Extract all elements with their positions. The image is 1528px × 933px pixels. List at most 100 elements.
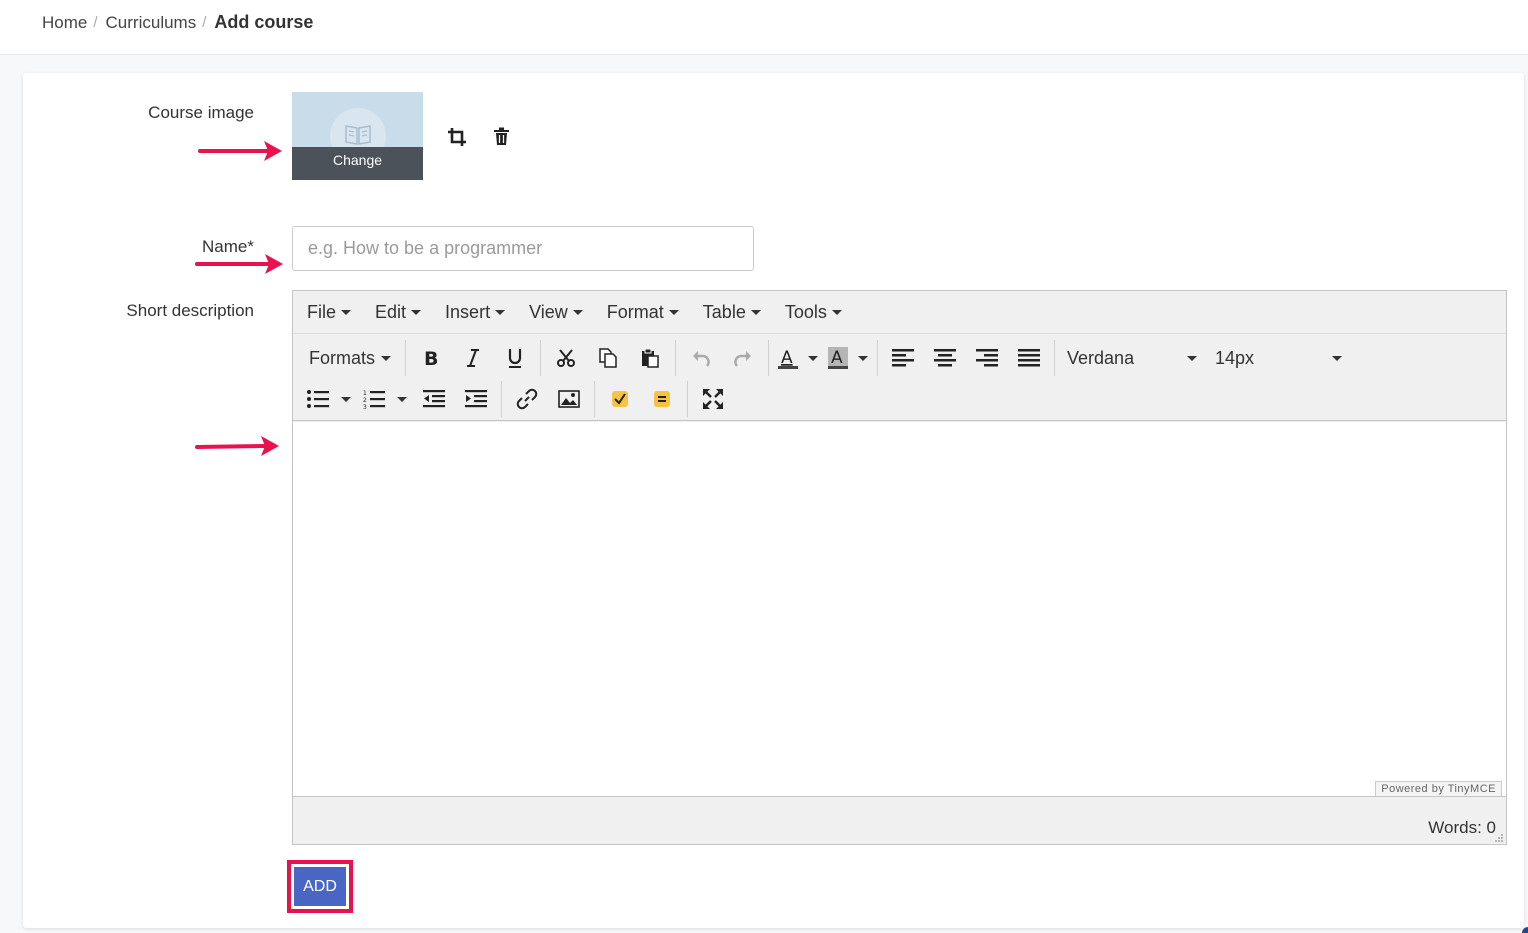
align-justify-button[interactable] — [1008, 341, 1050, 375]
scissors-icon — [557, 349, 576, 367]
resize-handle-icon[interactable] — [1494, 833, 1504, 843]
chevron-down-icon — [341, 396, 351, 402]
book-icon — [345, 125, 371, 145]
breadcrumb-curriculums[interactable]: Curriculums — [106, 13, 197, 33]
toolbar-row: Formats B A A Verdana 14px — [301, 338, 1352, 378]
chevron-down-icon — [397, 396, 407, 402]
background-color-dropdown[interactable] — [853, 341, 873, 375]
text-color-button[interactable]: A — [773, 341, 803, 375]
bullet-list-button[interactable] — [301, 382, 335, 416]
short-description-label: Short description — [126, 301, 254, 320]
italic-icon — [467, 349, 480, 367]
paste-button[interactable] — [629, 341, 671, 375]
menu-tools-label: Tools — [784, 301, 827, 322]
text-color-icon: A — [778, 348, 799, 369]
editor-content-area[interactable]: Powered by TinyMCE — [293, 422, 1506, 797]
background-color-icon: A — [828, 347, 849, 369]
undo-icon — [693, 351, 710, 367]
formats-dropdown[interactable]: Formats — [301, 341, 401, 375]
menu-edit[interactable]: Edit — [375, 302, 422, 323]
arrow-icon — [198, 141, 282, 161]
svg-text:B: B — [424, 348, 438, 368]
font-family-select[interactable]: Verdana — [1059, 341, 1207, 375]
template-icon — [654, 391, 670, 407]
crop-icon[interactable] — [447, 127, 467, 147]
align-left-button[interactable] — [882, 341, 924, 375]
svg-text:A: A — [831, 348, 843, 368]
menu-format[interactable]: Format — [607, 302, 679, 323]
numbered-list-button[interactable]: 123 — [357, 382, 391, 416]
svg-text:1: 1 — [363, 390, 367, 397]
template-button[interactable] — [641, 382, 683, 416]
breadcrumb-home[interactable]: Home — [42, 13, 87, 33]
menu-insert-label: Insert — [445, 301, 491, 322]
toolbar-divider — [594, 381, 595, 417]
trash-icon[interactable] — [493, 127, 510, 146]
menu-table[interactable]: Table — [703, 302, 761, 323]
background-color-button[interactable]: A — [823, 341, 853, 375]
bullet-list-icon — [307, 390, 329, 408]
numbered-list-icon: 123 — [363, 390, 385, 409]
toolbar-divider — [675, 340, 677, 376]
breadcrumb-separator: / — [202, 14, 207, 31]
insert-image-button[interactable] — [548, 382, 590, 416]
align-left-icon — [892, 349, 915, 367]
chevron-down-icon — [572, 309, 583, 315]
chevron-down-icon — [808, 355, 819, 361]
text-color-dropdown[interactable] — [803, 341, 823, 375]
menu-file[interactable]: File — [307, 302, 352, 323]
menu-view[interactable]: View — [529, 302, 583, 323]
indent-icon — [465, 390, 487, 408]
font-family-value: Verdana — [1067, 347, 1135, 368]
rich-text-editor: File Edit Insert View Format Table Tools… — [292, 290, 1507, 845]
menu-view-label: View — [529, 301, 568, 322]
italic-button[interactable] — [452, 341, 494, 375]
chevron-down-icon — [750, 309, 761, 315]
toolbar-divider — [1054, 340, 1056, 376]
underline-button[interactable] — [494, 341, 536, 375]
font-size-select[interactable]: 14px — [1207, 341, 1352, 375]
insert-link-button[interactable] — [506, 382, 548, 416]
checkmark-icon — [612, 391, 628, 407]
align-center-icon — [934, 349, 957, 367]
menu-tools[interactable]: Tools — [785, 302, 842, 323]
align-center-button[interactable] — [924, 341, 966, 375]
align-right-button[interactable] — [966, 341, 1008, 375]
bold-button[interactable]: B — [410, 341, 452, 375]
cut-button[interactable] — [545, 341, 587, 375]
svg-text:3: 3 — [363, 404, 367, 409]
outdent-icon — [423, 390, 445, 408]
bold-icon: B — [424, 348, 438, 368]
bullet-list-dropdown[interactable] — [335, 382, 357, 416]
toolbar-divider — [768, 340, 770, 376]
add-button[interactable]: ADD — [294, 867, 346, 906]
chevron-down-icon — [858, 355, 869, 361]
toolbar-row: 123 — [301, 379, 734, 419]
menu-insert[interactable]: Insert — [445, 301, 506, 323]
fullscreen-button[interactable] — [692, 382, 734, 416]
chevron-down-icon — [341, 309, 352, 315]
underline-icon — [508, 349, 522, 368]
formats-label: Formats — [309, 347, 376, 368]
indent-button[interactable] — [455, 382, 497, 416]
powered-by-tinymce[interactable]: Powered by TinyMCE — [1375, 781, 1502, 796]
svg-text:A: A — [781, 348, 793, 368]
editor-statusbar: Words: 0 — [293, 798, 1506, 845]
chevron-down-icon — [831, 309, 842, 315]
undo-button[interactable] — [680, 341, 722, 375]
outdent-button[interactable] — [413, 382, 455, 416]
chevron-down-icon — [1187, 355, 1198, 361]
name-input[interactable] — [292, 226, 754, 271]
copy-button[interactable] — [587, 341, 629, 375]
change-image-button[interactable]: Change — [292, 147, 423, 180]
redo-button[interactable] — [722, 341, 764, 375]
numbered-list-dropdown[interactable] — [391, 382, 413, 416]
arrow-icon — [195, 436, 279, 456]
menu-table-label: Table — [702, 301, 746, 322]
toolbar-divider — [405, 340, 407, 376]
checklist-button[interactable] — [599, 382, 641, 416]
course-image-label: Course image — [148, 103, 254, 122]
chevron-down-icon — [1332, 355, 1343, 361]
corner-indicator — [1522, 927, 1528, 933]
image-icon — [558, 390, 580, 408]
